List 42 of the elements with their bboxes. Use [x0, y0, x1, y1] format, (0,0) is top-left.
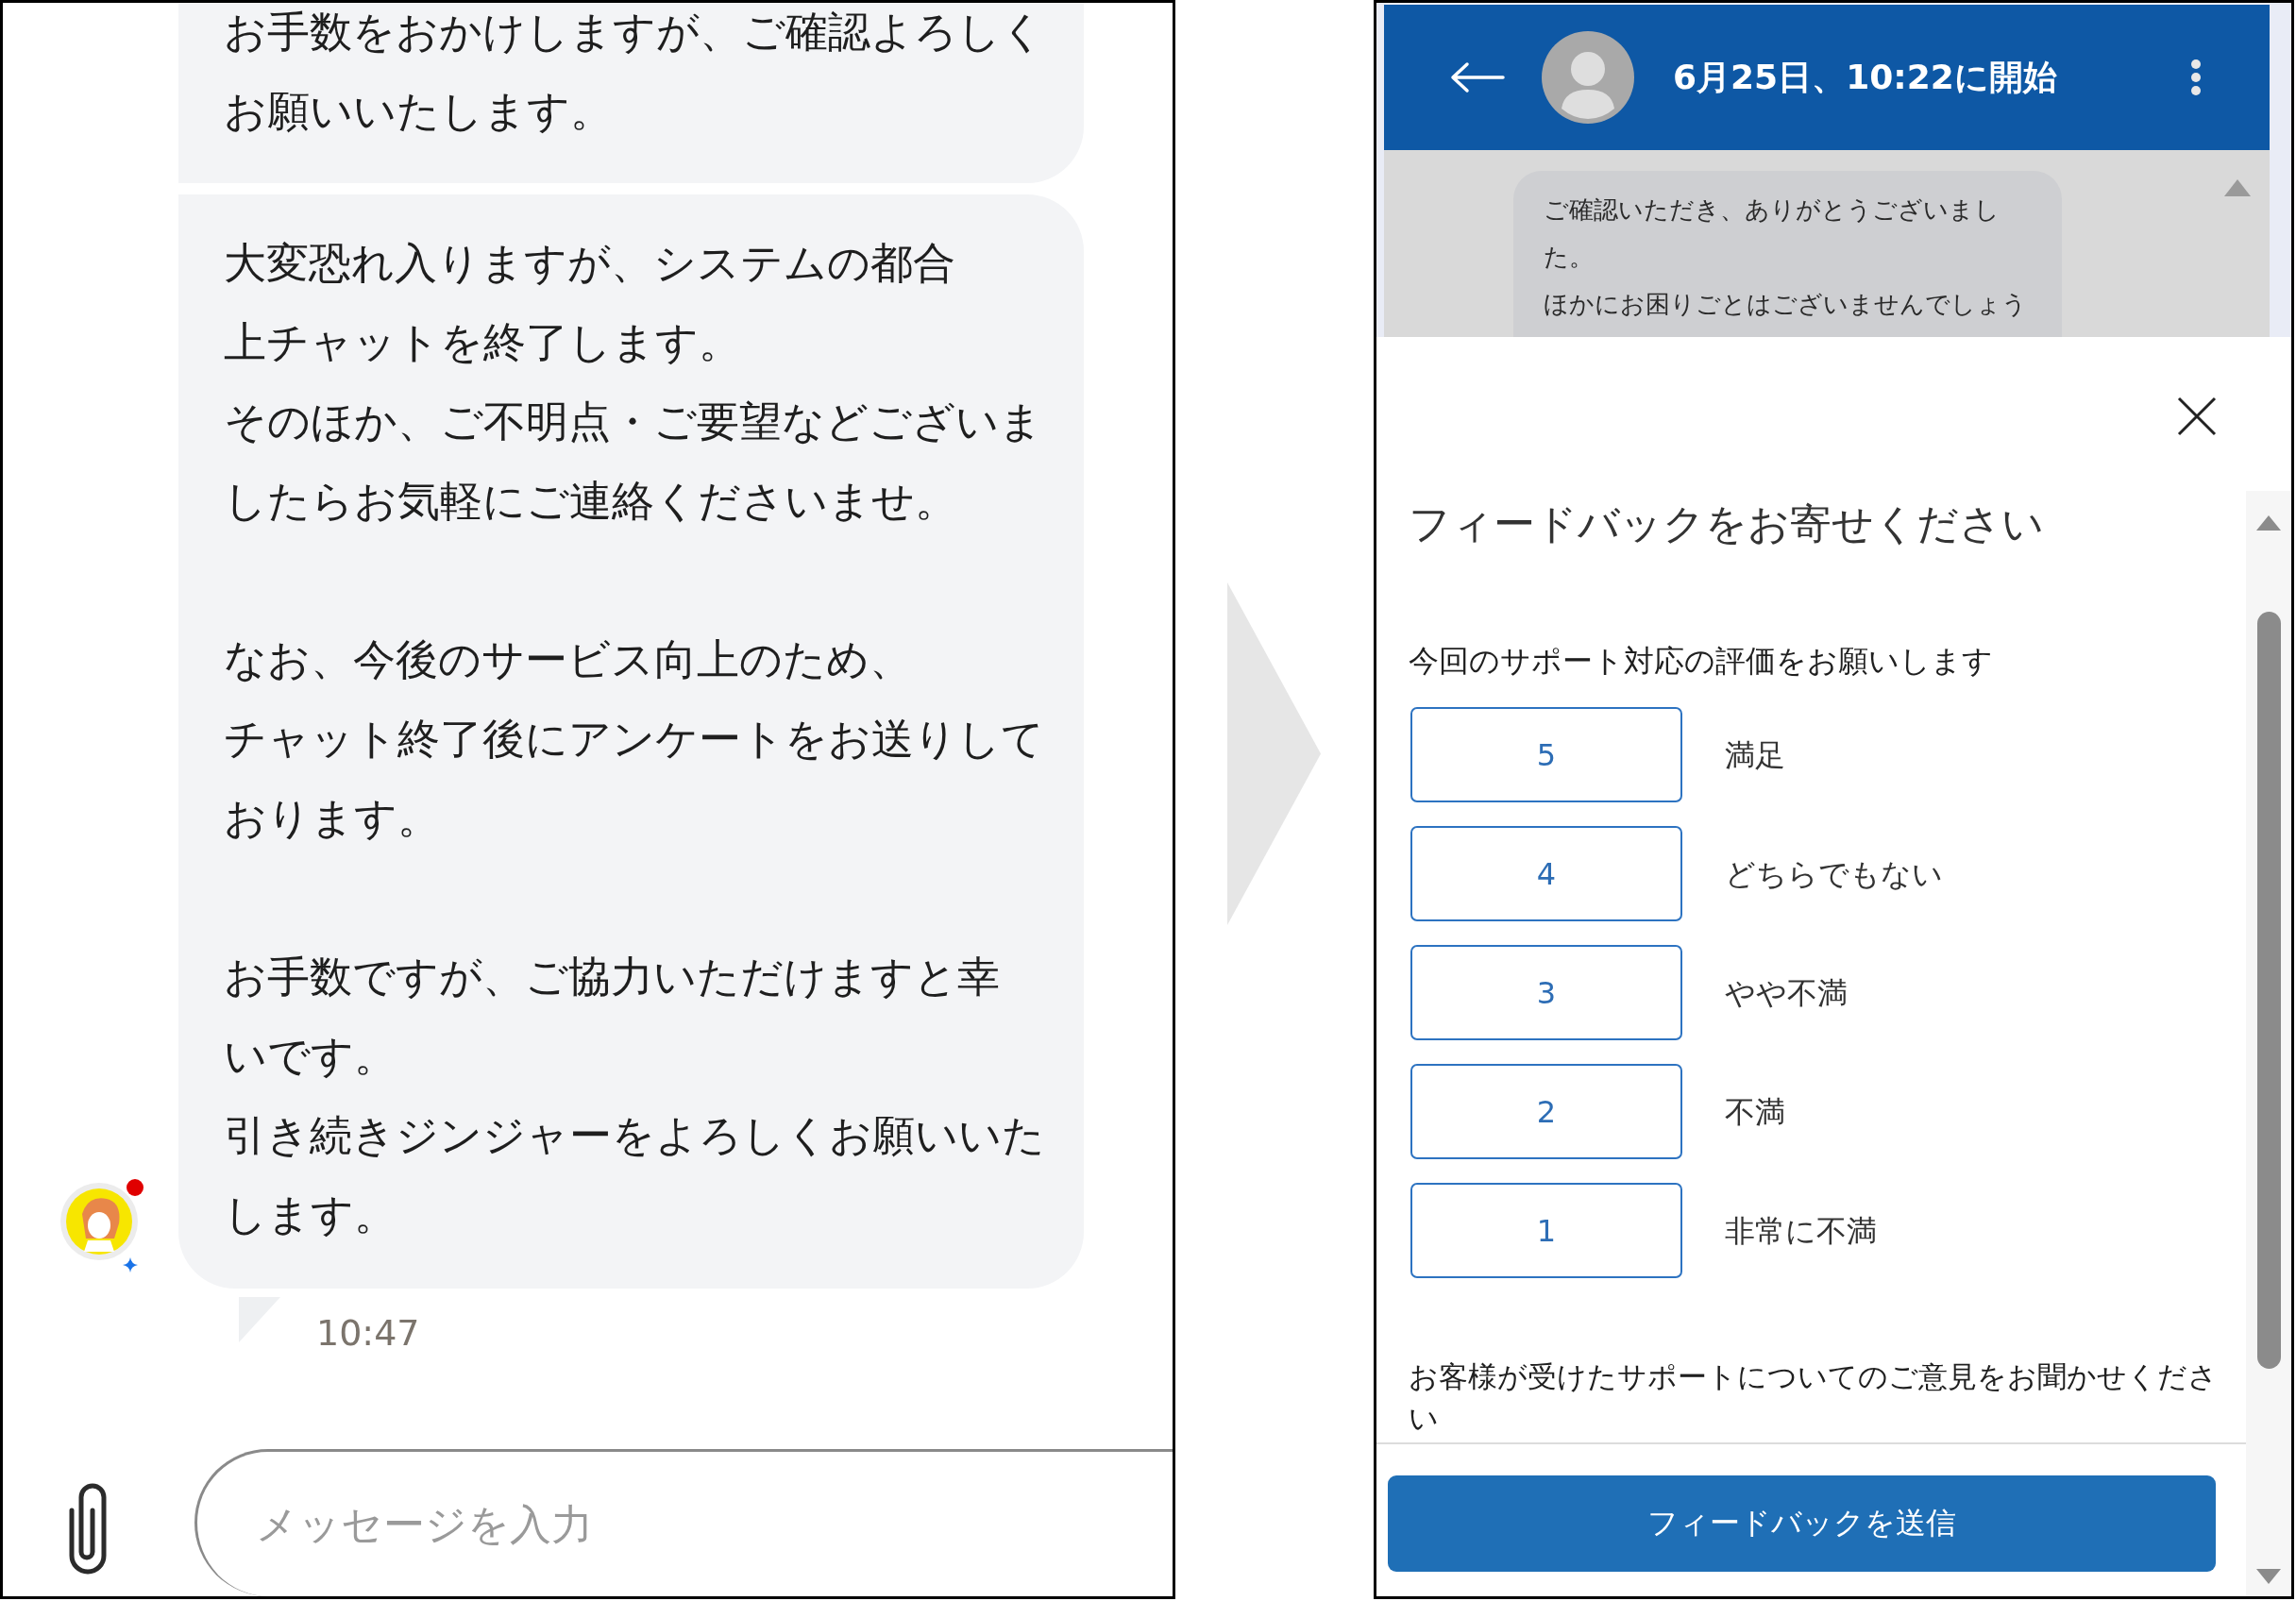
message-text: 上チャットを終了します。 [224, 316, 741, 369]
message-text: お手数をおかけしますが、ご確認よろしく [224, 6, 1044, 59]
message-time: 10:47 [316, 1311, 420, 1356]
sparkle-icon [123, 1257, 138, 1272]
rating-button[interactable]: 2 [1410, 1064, 1682, 1159]
message-input[interactable]: メッセージを入力 [194, 1449, 1173, 1596]
message-text: 大変恐れ入りますが、システムの都合 [224, 237, 955, 290]
close-icon[interactable] [2176, 396, 2218, 437]
rating-button[interactable]: 1 [1410, 1183, 1682, 1278]
feedback-title: フィードバックをお寄せください [1409, 498, 2044, 549]
left-arrow-icon[interactable] [1449, 61, 1505, 93]
message-text: た。 [1544, 242, 1594, 273]
arrow-right-icon [1227, 582, 1321, 925]
message-text: します。 [224, 1188, 397, 1241]
message-text: したらお気軽にご連絡くださいませ。 [224, 475, 957, 528]
message-text: なお、今後のサービス向上のため、 [224, 633, 912, 686]
scroll-down-icon[interactable] [2256, 1569, 2281, 1584]
scrollbar-thumb[interactable] [2256, 612, 2281, 1369]
comment-prompt: お客様が受けたサポートについてのご意見をお聞かせください [1409, 1358, 2219, 1437]
message-text: チャット終了後にアンケートをお送りして [224, 713, 1044, 766]
rating-button[interactable]: 5 [1410, 707, 1682, 802]
rating-label: やや不満 [1725, 973, 1848, 1013]
rating-label: 満足 [1725, 735, 1785, 775]
user-silhouette-icon [1542, 31, 1634, 124]
rating-label: どちらでもない [1725, 854, 1943, 894]
rating-button[interactable]: 3 [1410, 945, 1682, 1040]
message-text: 引き続きジンジャーをよろしくお願いいた [224, 1109, 1045, 1162]
scroll-up-icon[interactable] [2256, 515, 2281, 531]
message-text: ほかにお困りごとはございませんでしょう [1544, 289, 2027, 320]
message-text: いです。 [224, 1030, 397, 1083]
message-text: お手数ですが、ご協力いただけますと幸 [224, 951, 1000, 1003]
rating-prompt: 今回のサポート対応の評価をお願いします [1409, 642, 1993, 681]
rating-label: 不満 [1725, 1092, 1785, 1132]
rating-button[interactable]: 4 [1410, 826, 1682, 921]
chat-title: 6月25日、10:22に開始 [1673, 57, 2057, 98]
message-text: ご確認いただき、ありがとうございまし [1544, 194, 2000, 226]
message-text: そのほか、ご不明点・ご要望などございま [224, 396, 1042, 448]
rating-label: 非常に不満 [1725, 1211, 1877, 1251]
message-text: お願いいたします。 [224, 85, 613, 138]
vertical-dots-icon[interactable] [2190, 59, 2202, 96]
message-text: おります。 [224, 792, 440, 845]
submit-feedback-button[interactable]: フィードバックを送信 [1388, 1475, 2216, 1572]
